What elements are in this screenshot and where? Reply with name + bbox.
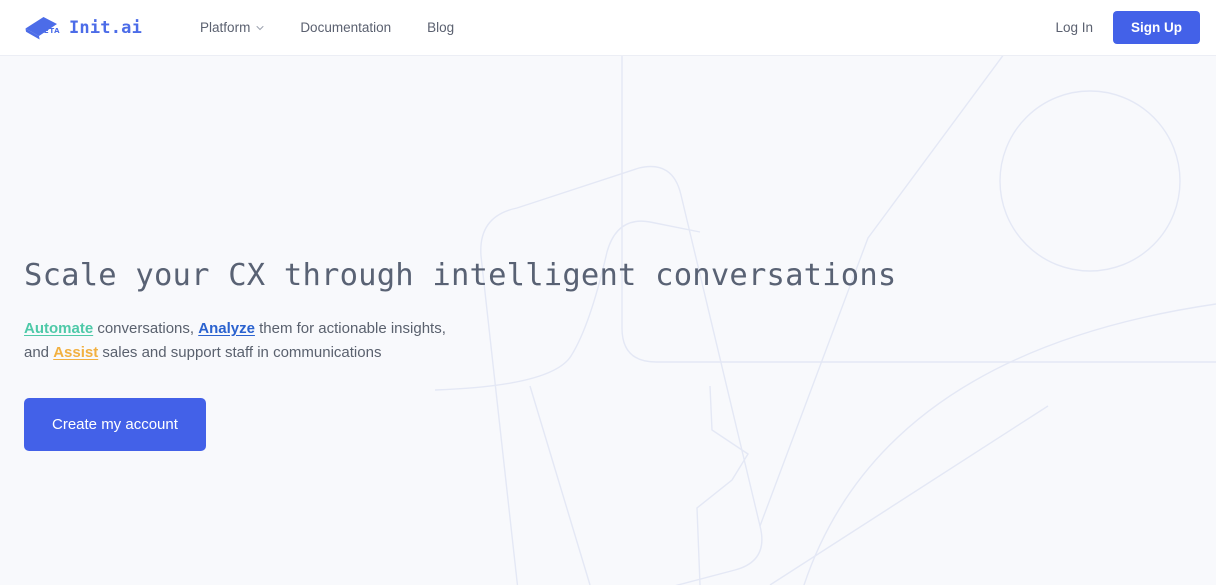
- primary-navigation: Platform Documentation Blog: [186, 12, 468, 43]
- hero-subtitle-text-2: them for actionable insights,: [254, 320, 446, 338]
- log-in-link[interactable]: Log In: [1041, 12, 1107, 43]
- brand-name: Init.ai: [69, 17, 143, 38]
- hero-subtitle-text-4: sales and support staff in communication…: [98, 344, 382, 362]
- hero-content: Scale your CX through intelligent conver…: [0, 56, 1216, 452]
- brand-logo-link[interactable]: BETA Init.ai: [24, 15, 142, 41]
- hero-section: Scale your CX through intelligent conver…: [0, 56, 1216, 585]
- assist-link[interactable]: Assist: [53, 344, 98, 361]
- nav-item-documentation-label: Documentation: [300, 20, 392, 35]
- sign-up-button[interactable]: Sign Up: [1113, 10, 1200, 45]
- nav-item-documentation[interactable]: Documentation: [286, 12, 405, 43]
- beta-badge: BETA: [38, 26, 61, 35]
- hero-subtitle-text-3: and: [24, 344, 54, 362]
- site-header: BETA Init.ai Platform Documentation Blog…: [0, 0, 1216, 56]
- nav-item-blog-label: Blog: [427, 20, 455, 35]
- create-account-button[interactable]: Create my account: [24, 398, 206, 452]
- chevron-down-icon: [256, 24, 264, 32]
- hero-subtitle-text-1: conversations,: [93, 320, 199, 338]
- page-title: Scale your CX through intelligent conver…: [24, 258, 897, 293]
- hero-subtitle: Automate conversations, Analyze them for…: [24, 317, 624, 365]
- nav-item-platform[interactable]: Platform: [186, 12, 278, 43]
- account-actions: Log In Sign Up: [1041, 10, 1200, 45]
- automate-link[interactable]: Automate: [24, 320, 93, 337]
- nav-item-blog[interactable]: Blog: [413, 12, 468, 43]
- nav-item-platform-label: Platform: [200, 20, 251, 35]
- analyze-link[interactable]: Analyze: [198, 320, 255, 337]
- arrow-mark-icon: BETA: [24, 15, 60, 41]
